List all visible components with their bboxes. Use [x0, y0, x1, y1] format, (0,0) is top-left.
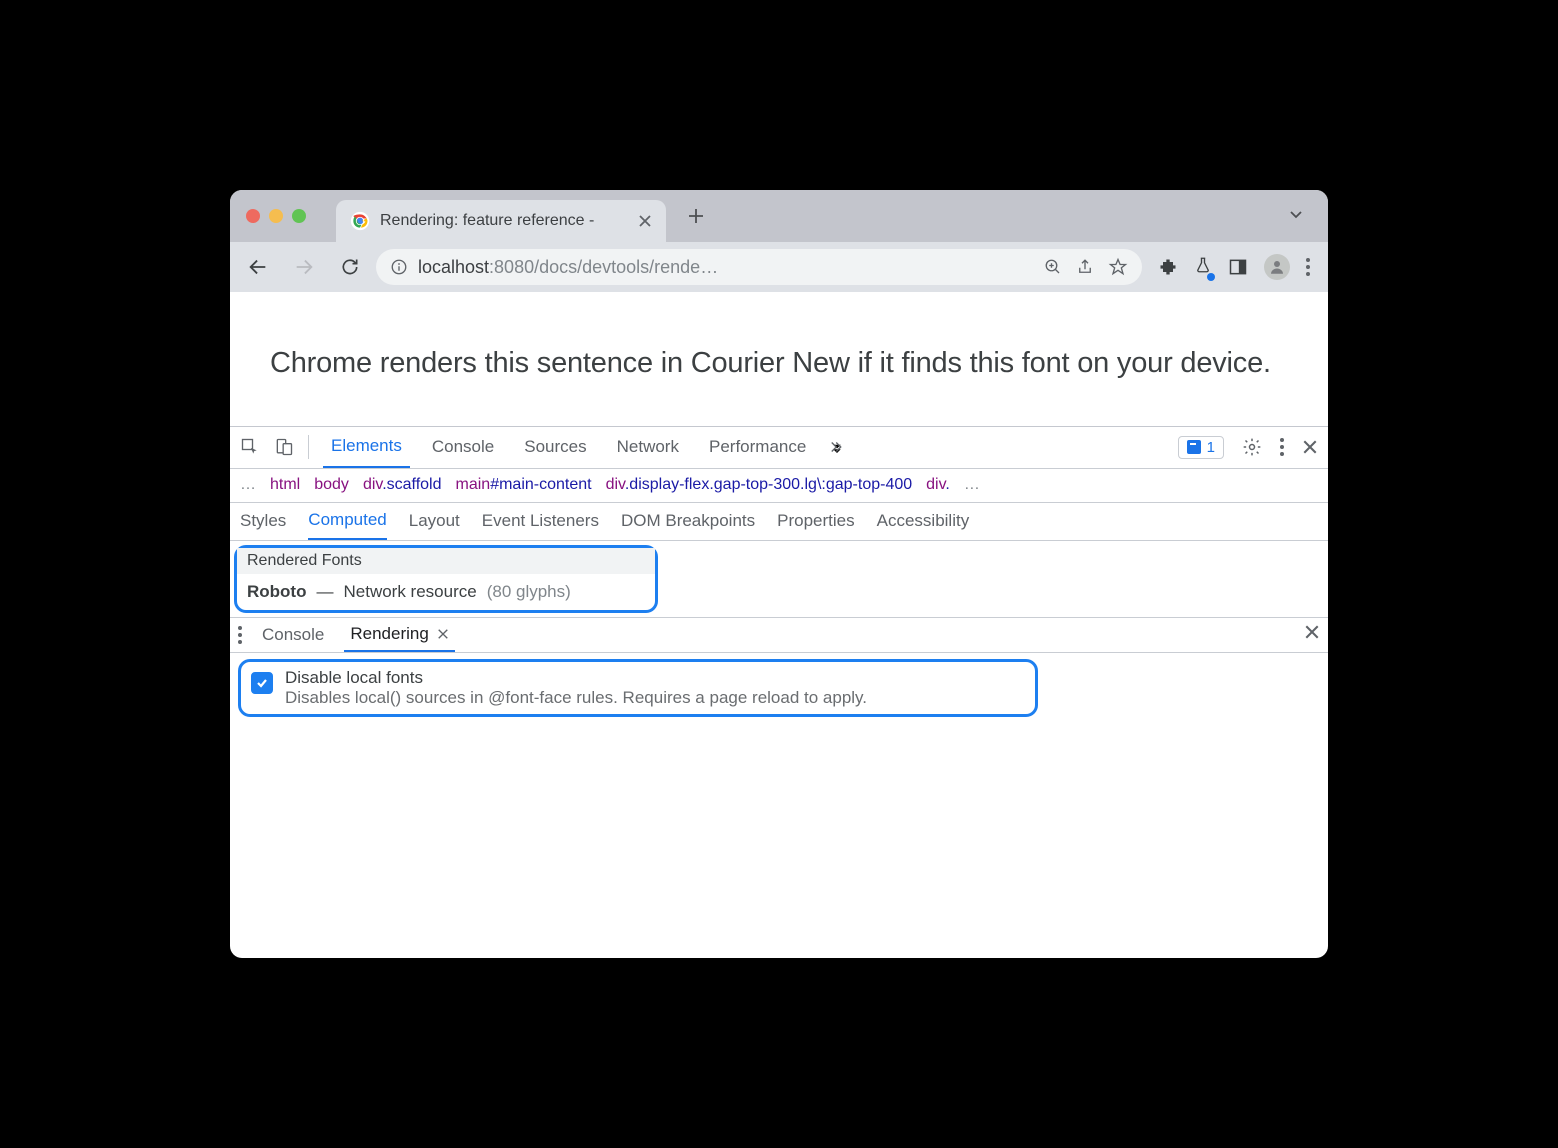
browser-window: Rendering: feature reference - [230, 190, 1328, 958]
rendered-fonts-body: Roboto — Network resource (80 glyphs) [237, 574, 655, 610]
subtab-styles[interactable]: Styles [240, 503, 286, 540]
rendered-font-glyphs: (80 glyphs) [487, 582, 571, 602]
close-devtools-icon[interactable] [1302, 439, 1318, 455]
devtools-tab-sources[interactable]: Sources [516, 427, 594, 468]
reload-button[interactable] [330, 257, 370, 277]
forward-button[interactable] [284, 256, 324, 278]
breadcrumb-item[interactable]: div.display-flex.gap-top-300.lg\:gap-top… [606, 476, 913, 494]
subtab-accessibility[interactable]: Accessibility [877, 503, 970, 540]
toolbar-divider [308, 435, 309, 459]
option-title: Disable local fonts [285, 668, 867, 688]
breadcrumb-ellipsis-left: … [240, 476, 256, 494]
close-window-button[interactable] [246, 209, 260, 223]
close-drawer-button[interactable] [1304, 624, 1320, 645]
tab-title: Rendering: feature reference - [380, 212, 628, 230]
drawer-tab-rendering[interactable]: Rendering [344, 618, 454, 652]
profile-button[interactable] [1264, 254, 1290, 280]
devtools-tab-network[interactable]: Network [609, 427, 687, 468]
share-icon[interactable] [1076, 258, 1094, 276]
issues-count: 1 [1207, 439, 1215, 456]
info-icon[interactable] [390, 258, 408, 276]
devtools-toolbar: Elements Console Sources Network Perform… [230, 427, 1328, 469]
elements-subtabs: Styles Computed Layout Event Listeners D… [230, 503, 1328, 541]
page-body-text: Chrome renders this sentence in Courier … [270, 342, 1288, 386]
reload-icon [340, 257, 360, 277]
device-toggle-icon[interactable] [274, 437, 294, 457]
url-text: localhost:8080/docs/devtools/rende… [418, 257, 1034, 278]
drawer-tab-console[interactable]: Console [256, 618, 330, 652]
back-button[interactable] [238, 256, 278, 278]
devtools-tab-elements[interactable]: Elements [323, 427, 410, 468]
close-tab-icon[interactable] [638, 214, 652, 228]
drawer-menu-button[interactable] [238, 626, 242, 644]
tab-list-button[interactable] [1288, 206, 1304, 227]
rendered-fonts-section: Rendered Fonts Roboto — Network resource… [234, 545, 658, 613]
maximize-window-button[interactable] [292, 209, 306, 223]
rendered-font-dash: — [316, 582, 333, 602]
more-tabs-icon[interactable] [828, 438, 846, 456]
option-text: Disable local fonts Disables local() sou… [285, 668, 867, 708]
tab-strip: Rendering: feature reference - [230, 190, 1328, 242]
omnibox-actions [1044, 257, 1136, 277]
settings-icon[interactable] [1242, 437, 1262, 457]
disable-local-fonts-checkbox[interactable] [251, 672, 273, 694]
breadcrumb-ellipsis-right: … [964, 476, 980, 494]
close-drawer-tab-icon [437, 628, 449, 640]
disable-local-fonts-option: Disable local fonts Disables local() sou… [238, 659, 1038, 717]
subtab-computed[interactable]: Computed [308, 503, 386, 540]
breadcrumb-item[interactable]: div.scaffold [363, 476, 442, 494]
window-controls [246, 209, 306, 223]
breadcrumb-item[interactable]: html [270, 476, 300, 494]
toolbar-actions [1148, 254, 1320, 280]
extensions-icon[interactable] [1158, 257, 1178, 277]
labs-notification-dot [1207, 273, 1215, 281]
arrow-right-icon [293, 256, 315, 278]
subtab-properties[interactable]: Properties [777, 503, 854, 540]
breadcrumb-item[interactable]: body [314, 476, 349, 494]
subtab-event-listeners[interactable]: Event Listeners [482, 503, 599, 540]
star-icon[interactable] [1108, 257, 1128, 277]
rendered-fonts-header: Rendered Fonts [237, 548, 655, 574]
page-viewport: Chrome renders this sentence in Courier … [230, 292, 1328, 426]
subtab-layout[interactable]: Layout [409, 503, 460, 540]
zoom-icon[interactable] [1044, 258, 1062, 276]
issues-icon [1187, 440, 1201, 454]
checkmark-icon [255, 676, 269, 690]
browser-tab[interactable]: Rendering: feature reference - [336, 200, 666, 242]
rendered-font-name: Roboto [247, 582, 306, 602]
person-icon [1268, 258, 1286, 276]
breadcrumb-item[interactable]: main#main-content [456, 476, 592, 494]
rendered-font-source: Network resource [343, 582, 476, 602]
arrow-left-icon [247, 256, 269, 278]
url-toolbar: localhost:8080/docs/devtools/rende… [230, 242, 1328, 292]
issues-button[interactable]: 1 [1178, 436, 1224, 459]
devtools-panel: Elements Console Sources Network Perform… [230, 426, 1328, 959]
dom-breadcrumb[interactable]: … html body div.scaffold main#main-conte… [230, 469, 1328, 503]
flask-icon [1194, 255, 1212, 275]
chevron-down-icon [1288, 206, 1304, 222]
address-bar[interactable]: localhost:8080/docs/devtools/rende… [376, 249, 1142, 285]
devtools-menu-button[interactable] [1280, 438, 1284, 456]
inspect-icon[interactable] [240, 437, 260, 457]
chrome-icon [350, 211, 370, 231]
minimize-window-button[interactable] [269, 209, 283, 223]
chrome-menu-button[interactable] [1306, 258, 1310, 276]
close-icon [1304, 624, 1320, 640]
devtools-tab-console[interactable]: Console [424, 427, 502, 468]
breadcrumb-item[interactable]: div. [926, 476, 950, 494]
drawer-tabs: Console Rendering [230, 617, 1328, 653]
new-tab-button[interactable] [684, 207, 708, 225]
side-panel-icon[interactable] [1228, 257, 1248, 277]
option-description: Disables local() sources in @font-face r… [285, 688, 867, 708]
subtab-dom-breakpoints[interactable]: DOM Breakpoints [621, 503, 755, 540]
labs-button[interactable] [1194, 255, 1212, 280]
devtools-tab-performance[interactable]: Performance [701, 427, 814, 468]
plus-icon [687, 207, 705, 225]
